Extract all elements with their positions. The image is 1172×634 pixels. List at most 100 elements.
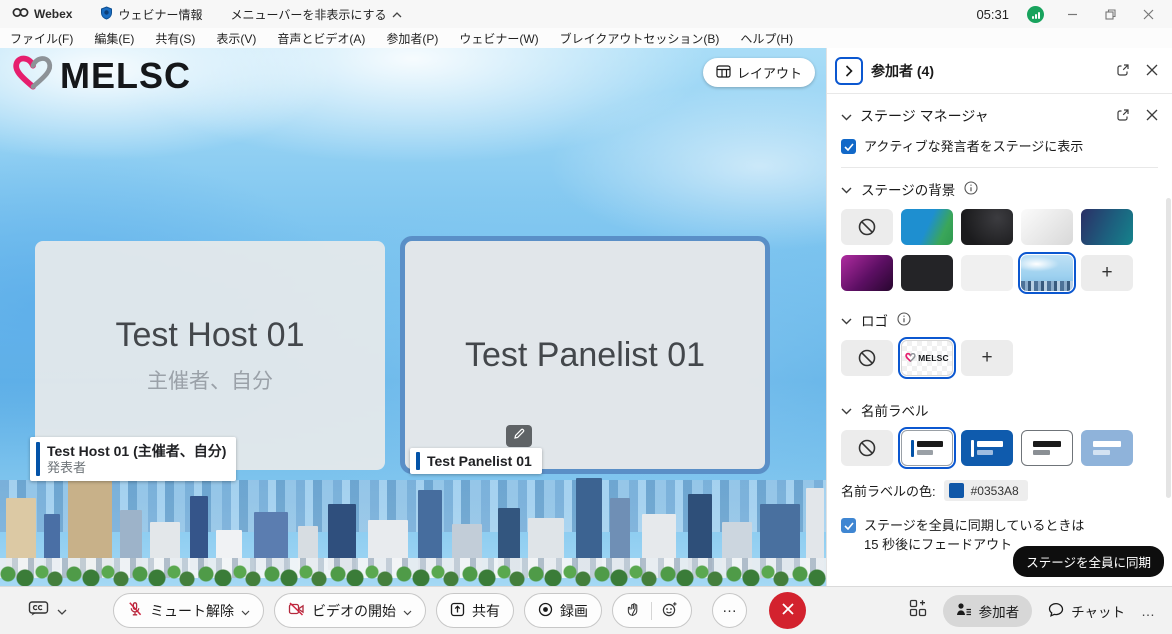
stage-area: MELSC レイアウト (0, 48, 826, 586)
menu-share[interactable]: 共有(S) (155, 30, 195, 47)
popout-icon[interactable] (1116, 108, 1130, 125)
sync-fadeout-row: ステージを全員に同期しているときは (827, 505, 1172, 536)
add-logo-button[interactable]: + (961, 340, 1013, 376)
webinar-info-button[interactable]: ウェビナー情報 (100, 6, 202, 23)
close-window-button[interactable] (1138, 4, 1158, 24)
sync-stage-button[interactable]: ステージを全員に同期 (1013, 546, 1164, 577)
collapse-panel-button[interactable] (835, 57, 863, 85)
maximize-button[interactable] (1100, 4, 1120, 24)
info-icon[interactable] (964, 181, 978, 198)
chat-toggle-button[interactable]: チャット (1048, 601, 1125, 621)
background-swatch-charcoal[interactable] (901, 255, 953, 291)
background-swatch-purple[interactable] (841, 255, 893, 291)
menu-file[interactable]: ファイル(F) (10, 30, 73, 47)
menu-participants[interactable]: 参加者(P) (386, 30, 438, 47)
more-options-button[interactable]: … (712, 593, 747, 628)
stage-manager-title: ステージ マネージャ (860, 106, 989, 126)
name-label-color-label: 名前ラベルの色: (841, 481, 936, 500)
background-swatch-blue-green[interactable] (901, 209, 953, 245)
plus-icon: + (1101, 262, 1112, 284)
host-label-line1: Test Host 01 (主催者、自分) (47, 442, 226, 460)
add-background-button[interactable]: + (1081, 255, 1133, 291)
logo-swatches-row: MELSC + (827, 338, 1172, 376)
name-label-color-picker[interactable]: #0353A8 (944, 480, 1028, 501)
stage-brand-logo: MELSC (12, 54, 191, 97)
panel-scrollbar[interactable] (1166, 198, 1171, 498)
info-icon[interactable] (897, 312, 911, 329)
share-button[interactable]: 共有 (436, 593, 514, 628)
menu-webinar[interactable]: ウェビナー(W) (459, 30, 538, 47)
logo-none-swatch[interactable] (841, 340, 893, 376)
chevron-down-icon[interactable] (841, 182, 852, 197)
city-skyline (0, 464, 826, 586)
close-stage-manager-icon[interactable] (1146, 109, 1158, 124)
name-label-style-1-selected[interactable] (901, 430, 953, 466)
titlebar-left: Webex ウェビナー情報 メニューバーを非表示にする (0, 6, 424, 23)
background-swatches-row2: + (827, 253, 1172, 291)
hide-menubar-label: メニューバーを非表示にする (230, 6, 386, 23)
chat-icon (1048, 602, 1064, 620)
name-label-color-row: 名前ラベルの色: #0353A8 (827, 474, 1172, 505)
share-label: 共有 (472, 601, 500, 621)
chevron-down-icon[interactable] (841, 403, 852, 418)
apps-icon[interactable] (909, 599, 927, 622)
video-tile-panelist[interactable]: Test Panelist 01 (400, 236, 770, 474)
host-role-subtitle: 主催者、自分 (147, 365, 273, 395)
sync-fadeout-checkbox[interactable] (841, 518, 856, 533)
name-label-none-swatch[interactable] (841, 430, 893, 466)
menu-help[interactable]: ヘルプ(H) (740, 30, 793, 47)
menu-audio-video[interactable]: 音声とビデオ(A) (277, 30, 365, 47)
raise-hand-icon[interactable] (626, 601, 641, 620)
connection-quality-icon[interactable] (1027, 6, 1044, 23)
name-label-style-4[interactable] (1081, 430, 1133, 466)
participants-toggle-button[interactable]: 参加者 (943, 595, 1033, 627)
active-speaker-checkbox[interactable] (841, 139, 856, 154)
menu-breakout[interactable]: ブレイクアウトセッション(B) (560, 30, 720, 47)
name-label-style-3[interactable] (1021, 430, 1073, 466)
more-panels-button[interactable]: … (1141, 603, 1156, 619)
start-video-button[interactable]: ビデオの開始 (274, 593, 426, 628)
layout-button-label: レイアウト (737, 63, 802, 82)
unmute-button[interactable]: ミュート解除 (113, 593, 264, 628)
background-swatch-light[interactable] (961, 255, 1013, 291)
layout-button[interactable]: レイアウト (703, 58, 815, 87)
hide-menubar-button[interactable]: メニューバーを非表示にする (230, 6, 401, 23)
chevron-down-icon (241, 603, 250, 619)
minimize-button[interactable] (1062, 4, 1082, 24)
record-button[interactable]: 録画 (524, 593, 602, 628)
titlebar-right: 05:31 (976, 4, 1172, 24)
background-none-swatch[interactable] (841, 209, 893, 245)
start-video-label: ビデオの開始 (312, 601, 396, 621)
name-label-accent-bar (36, 442, 40, 476)
close-panel-icon[interactable] (1146, 64, 1158, 79)
logo-swatch-melsc-selected[interactable]: MELSC (901, 340, 953, 376)
background-swatch-dark[interactable] (961, 209, 1013, 245)
participants-icon (956, 602, 972, 619)
background-swatch-silver[interactable] (1021, 209, 1073, 245)
none-icon (857, 217, 877, 237)
chevron-down-icon[interactable] (841, 313, 852, 328)
background-swatch-city-selected[interactable] (1021, 255, 1073, 291)
host-name-label: Test Host 01 (主催者、自分) 発表者 (30, 437, 236, 481)
side-panel: 参加者 (4) ステージ マネージャ (826, 48, 1172, 586)
name-label-section-header: 名前ラベル (827, 384, 1172, 428)
edit-name-label-button[interactable] (506, 425, 532, 447)
menu-edit[interactable]: 編集(E) (94, 30, 134, 47)
background-section-title: ステージの背景 (861, 179, 955, 199)
popout-icon[interactable] (1116, 63, 1130, 80)
captions-button[interactable] (28, 600, 67, 622)
content: MELSC レイアウト (0, 48, 1172, 586)
melsc-heart-icon (12, 54, 54, 97)
host-display-name: Test Host 01 (116, 316, 305, 355)
name-label-style-2[interactable] (961, 430, 1013, 466)
active-speaker-label: アクティブな発言者をステージに表示 (864, 138, 1083, 155)
logo-section-title: ロゴ (861, 310, 888, 330)
chevron-down-icon[interactable] (841, 109, 852, 124)
leave-meeting-button[interactable] (769, 592, 806, 629)
reactions-icon[interactable] (662, 601, 678, 620)
menu-view[interactable]: 表示(V) (216, 30, 256, 47)
video-tile-host[interactable]: Test Host 01 主催者、自分 (35, 241, 385, 470)
share-icon (450, 602, 465, 620)
panelist-name-label: Test Panelist 01 (410, 448, 542, 474)
background-swatch-navy-teal[interactable] (1081, 209, 1133, 245)
